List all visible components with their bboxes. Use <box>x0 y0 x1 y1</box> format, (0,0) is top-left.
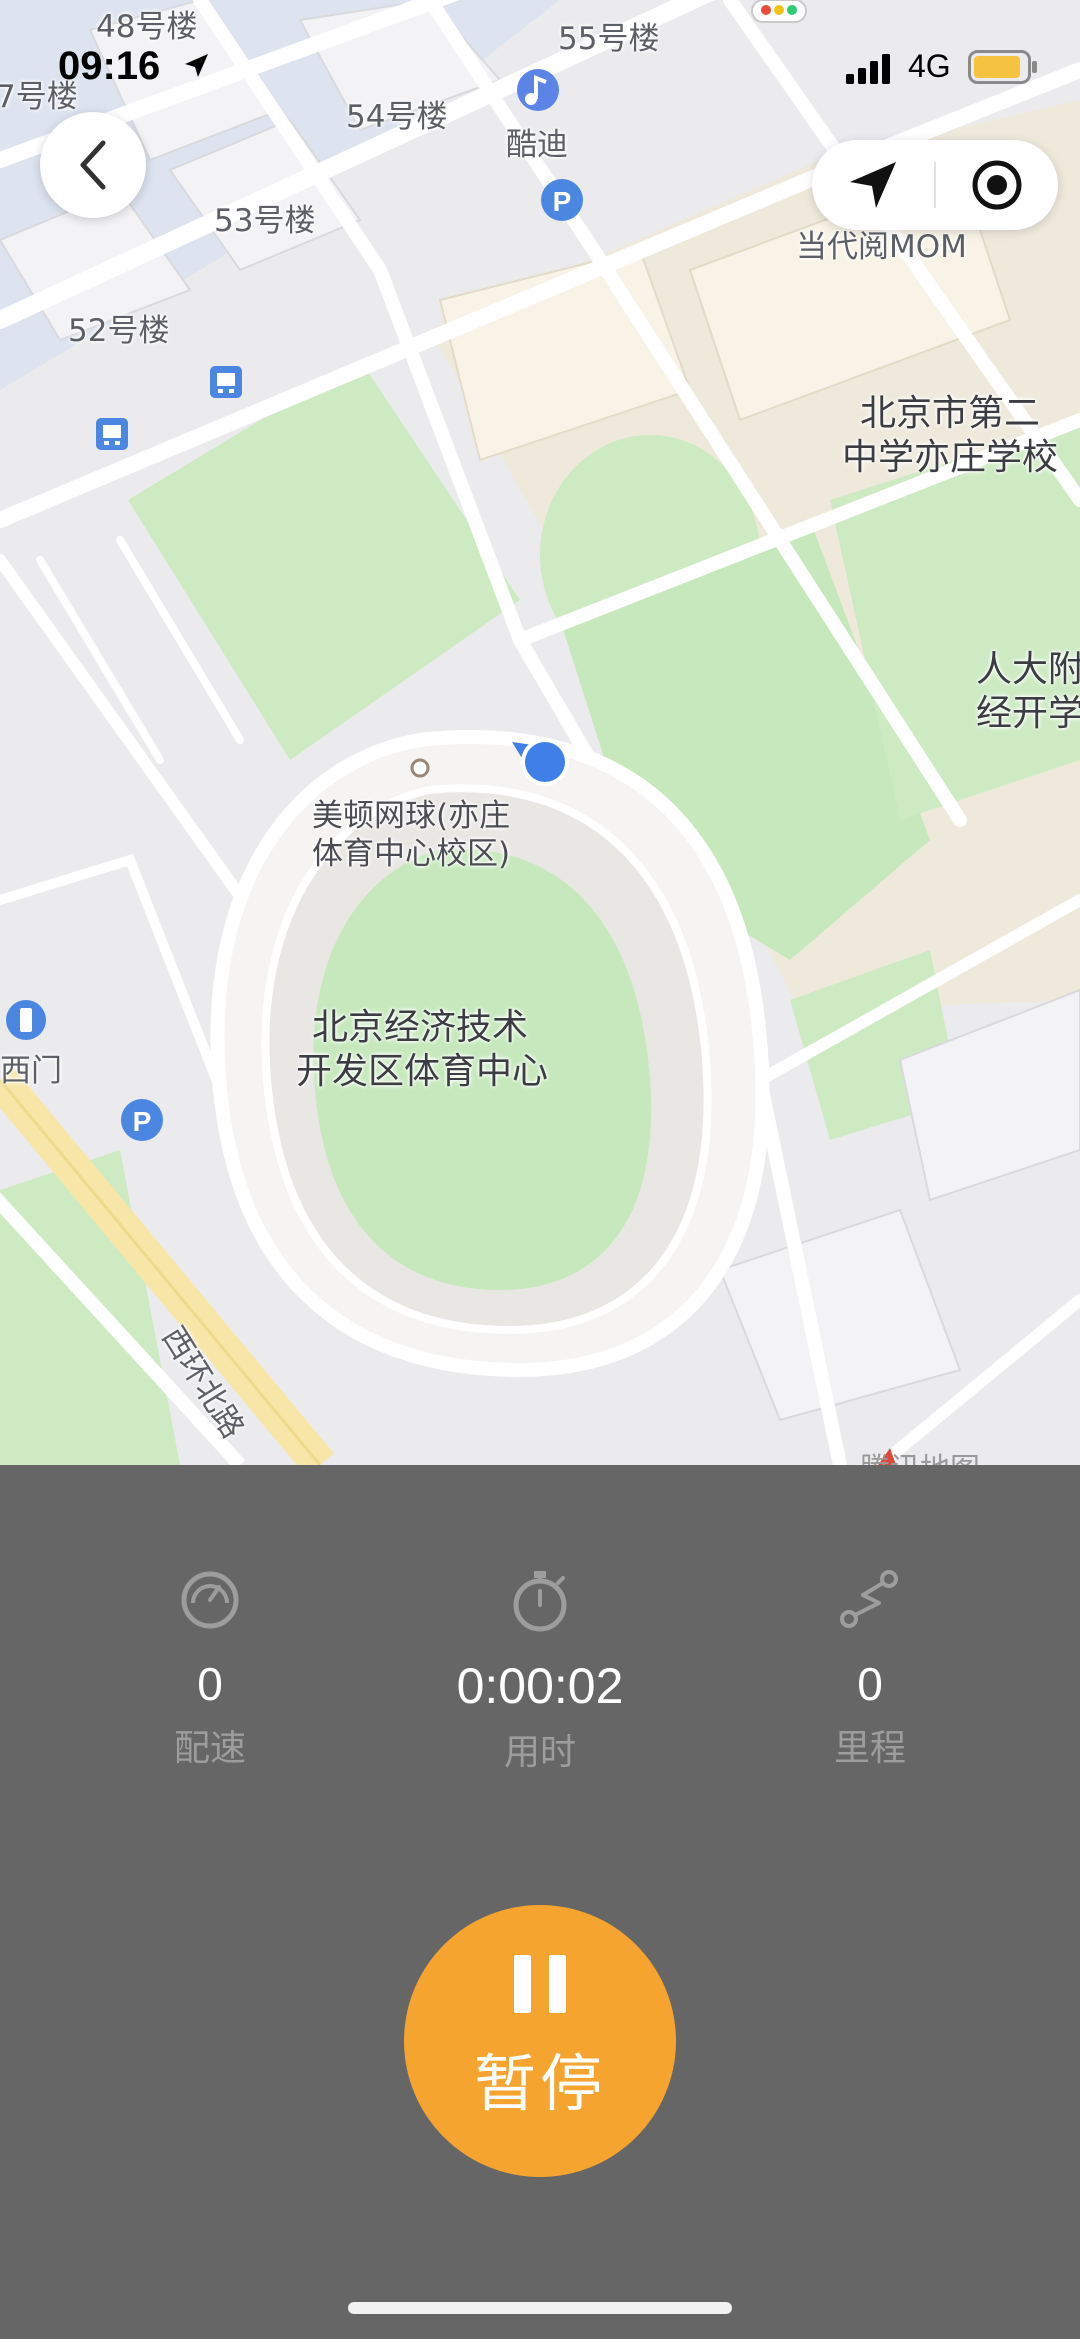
map-label: 当代阅MOM <box>796 229 967 265</box>
pace-label: 配速 <box>173 1728 246 1769</box>
map-label: 52号楼 <box>68 313 170 349</box>
parking-icon: P <box>121 1099 163 1141</box>
home-indicator[interactable] <box>348 2302 732 2314</box>
workout-panel: 0 配速 0:00:02 用时 0 里程 暂停 <box>0 1465 1080 2339</box>
network-type: 4G <box>908 48 951 84</box>
status-bar: 09:16 4G <box>0 0 1080 120</box>
map-label: 北京市第二 <box>860 393 1041 434</box>
duration-value: 0:00:02 <box>456 1658 624 1714</box>
locate-button[interactable] <box>936 140 1058 230</box>
map-label: 人大附 <box>976 649 1080 690</box>
battery-icon <box>968 50 1037 84</box>
stopwatch-icon <box>513 1571 567 1632</box>
map-controls <box>812 140 1058 230</box>
map-label: 西门 <box>0 1053 62 1089</box>
map-label: 北京经济技术 <box>312 1007 529 1048</box>
distance-label: 里程 <box>833 1728 906 1769</box>
gate-poi-icon <box>6 1000 46 1040</box>
status-time: 09:16 <box>58 44 161 88</box>
pace-value: 0 <box>197 1658 223 1710</box>
map-label: 中学亦庄学校 <box>842 437 1059 478</box>
chevron-left-icon <box>80 140 106 190</box>
speedometer-icon <box>181 1571 239 1629</box>
distance-value: 0 <box>857 1658 883 1710</box>
navigation-arrow-icon <box>850 162 896 208</box>
map-label: 体育中心校区) <box>312 836 511 872</box>
locate-target-icon <box>972 160 1022 210</box>
map-watermark: 腾讯地图 <box>860 1444 980 1465</box>
bus-stop-icon <box>96 418 128 450</box>
cellular-signal-icon <box>846 54 890 84</box>
svg-text:P: P <box>133 1106 152 1137</box>
duration-stat: 0:00:02 用时 <box>390 1565 690 1775</box>
map-label: 经开学 <box>976 693 1080 734</box>
back-button[interactable] <box>40 112 146 218</box>
location-services-icon <box>185 54 208 77</box>
navigate-button[interactable] <box>812 140 934 230</box>
map-label: 53号楼 <box>214 203 316 239</box>
map-label: 美顿网球(亦庄 <box>312 798 511 834</box>
pause-label: 暂停 <box>473 2047 606 2120</box>
pace-stat: 0 配速 <box>60 1565 360 1771</box>
svg-text:P: P <box>553 186 572 217</box>
map-label: 开发区体育中心 <box>296 1051 549 1092</box>
route-icon <box>840 1570 898 1628</box>
distance-stat: 0 里程 <box>720 1565 1020 1771</box>
duration-label: 用时 <box>503 1732 576 1773</box>
pause-icon <box>514 1955 566 2013</box>
parking-icon: P <box>541 179 583 221</box>
bus-stop-icon <box>210 366 242 398</box>
pause-button[interactable]: 暂停 <box>404 1905 676 2177</box>
map-label: 酷迪 <box>506 127 568 163</box>
